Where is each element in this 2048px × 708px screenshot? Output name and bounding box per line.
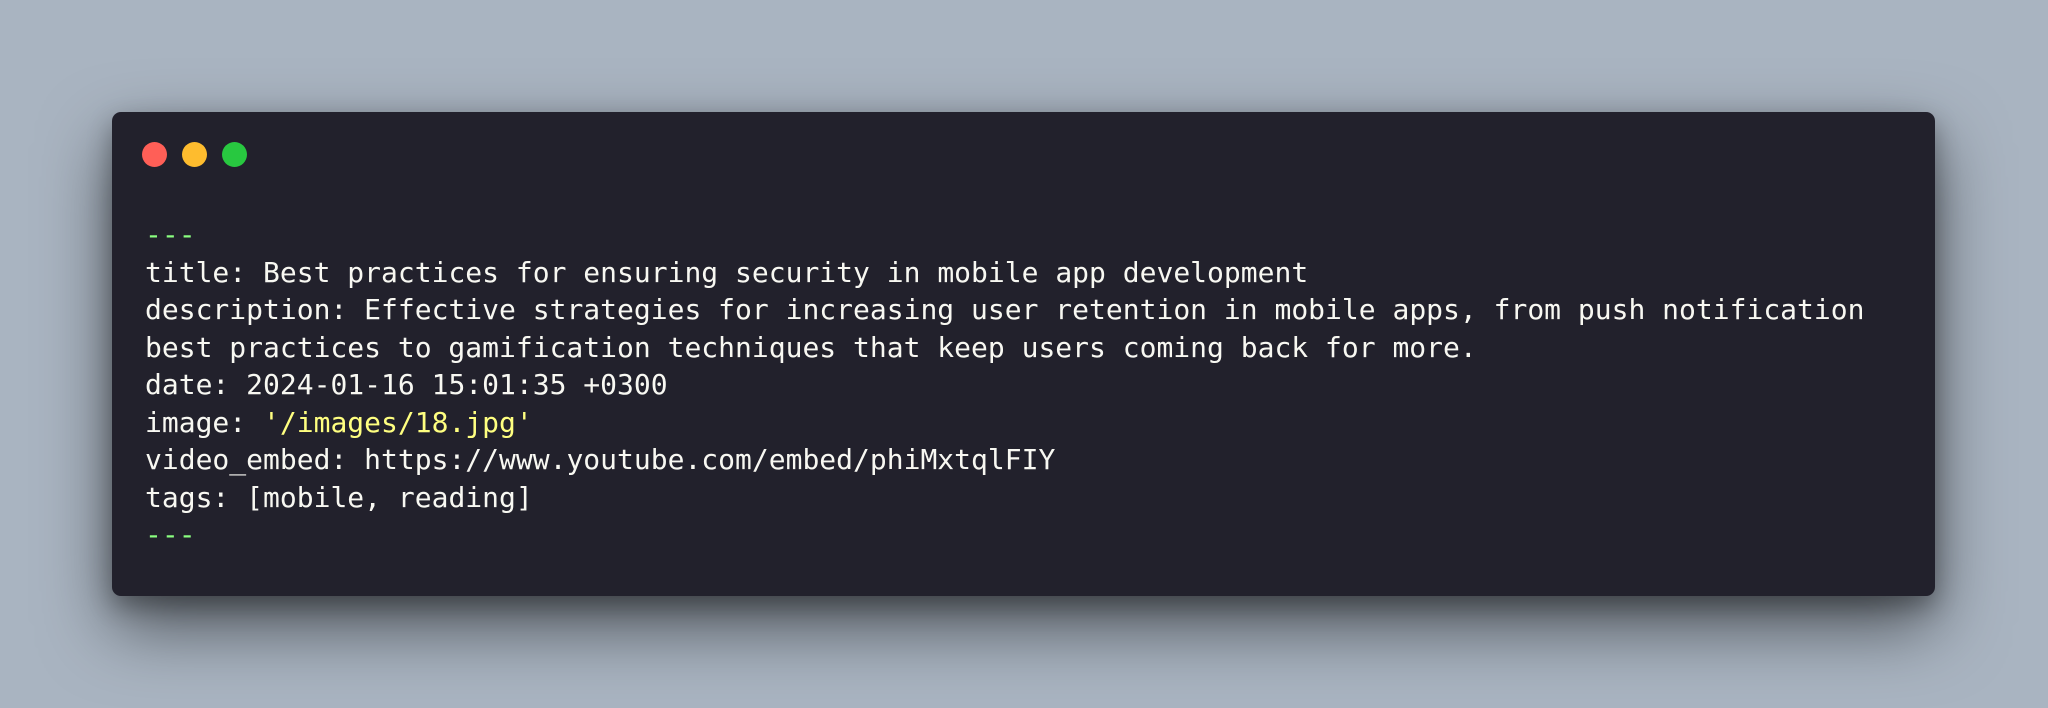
date-value: 2024-01-16 15:01:35 +0300: [246, 368, 668, 401]
close-delimiter-line: ---: [145, 516, 1915, 554]
video-embed-key: video_embed:: [145, 443, 365, 476]
description-line-2: best practices to gamification technique…: [145, 329, 1915, 367]
tags-key: tags:: [145, 480, 247, 514]
image-value: '/images/18.jpg': [263, 405, 533, 439]
title-line: title: Best practices for ensuring secur…: [145, 254, 1915, 292]
date-line: date: 2024-01-16 15:01:35 +0300: [145, 366, 1915, 404]
description-key: description:: [145, 293, 365, 326]
open-delimiter: ---: [145, 218, 196, 251]
window-controls: [142, 142, 247, 167]
image-line: image: '/images/18.jpg': [145, 404, 1915, 442]
maximize-window-button[interactable]: [222, 142, 247, 167]
description-value-line-2: best practices to gamification technique…: [145, 330, 1477, 364]
code-block: --- title: Best practices for ensuring se…: [145, 216, 1915, 554]
title-value: Best practices for ensuring security in …: [263, 255, 1309, 289]
description-line-1: description: Effective strategies for in…: [145, 291, 1915, 329]
video-embed-line: video_embed: https://www.youtube.com/emb…: [145, 441, 1915, 479]
video-embed-value: https://www.youtube.com/embed/phiMxtqlFI…: [364, 443, 1056, 476]
title-key: title:: [145, 255, 264, 289]
open-delimiter-line: ---: [145, 216, 1915, 254]
tags-line: tags: [mobile, reading]: [145, 479, 1915, 517]
image-key: image:: [145, 405, 264, 439]
code-window: --- title: Best practices for ensuring se…: [112, 112, 1935, 596]
minimize-window-button[interactable]: [182, 142, 207, 167]
date-key: date:: [145, 368, 247, 401]
close-delimiter: ---: [145, 518, 196, 551]
close-window-button[interactable]: [142, 142, 167, 167]
tags-value: [mobile, reading]: [246, 480, 533, 514]
description-value-line-1: Effective strategies for increasing user…: [364, 293, 1865, 326]
